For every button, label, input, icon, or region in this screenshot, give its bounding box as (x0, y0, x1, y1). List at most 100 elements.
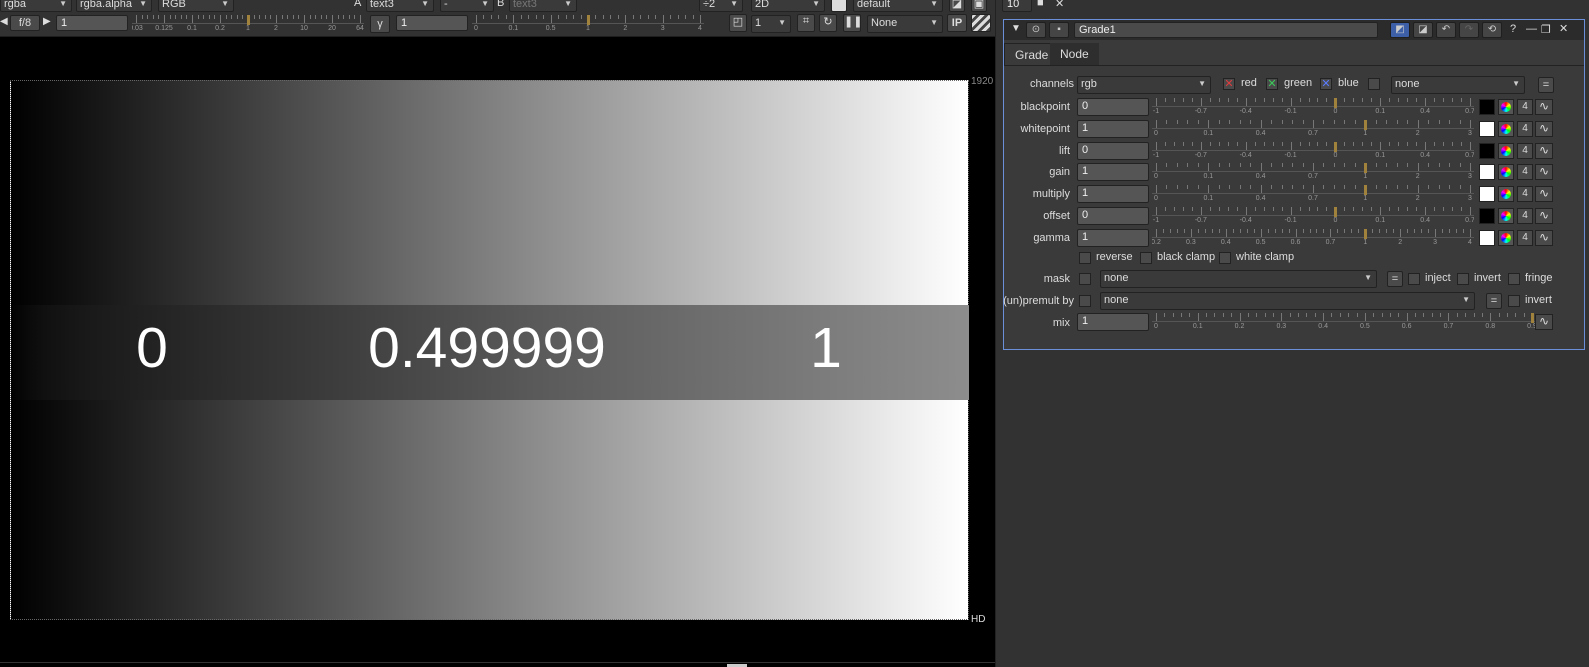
channels-dropdown[interactable]: rgba ▼ (0, 0, 72, 12)
node-name-field[interactable]: Grade1 (1074, 22, 1378, 38)
curve-icon[interactable]: ∿ (1535, 229, 1553, 246)
gamma-scale-handle[interactable] (587, 15, 590, 25)
clear-panels-icon[interactable]: ✕ (1055, 0, 1064, 10)
param-field-gamma[interactable]: 1 (1077, 228, 1149, 247)
param-swatch-offset[interactable] (1479, 208, 1495, 224)
compare-op-dropdown[interactable]: - ▼ (440, 0, 494, 12)
mix-slider[interactable]: 0 0.1 0.2 0.3 0.4 0.5 0.6 0.7 0.8 0.9 (1152, 313, 1536, 335)
curve-icon[interactable]: ∿ (1535, 186, 1553, 203)
param-channels-count-gain[interactable]: 4 (1517, 164, 1533, 181)
param-scale-whitepoint-handle[interactable] (1364, 119, 1368, 130)
lut-icon[interactable] (831, 0, 847, 12)
curve-icon[interactable]: ∿ (1535, 142, 1553, 159)
window-icon[interactable]: ◰ (729, 14, 747, 32)
param-channels-count-gamma[interactable]: 4 (1517, 229, 1533, 246)
revert-icon[interactable]: ⟲ (1482, 22, 1502, 38)
redo-icon[interactable]: ↷ (1459, 22, 1479, 38)
color-wheel-icon[interactable] (1498, 120, 1514, 137)
proxy-dropdown[interactable]: 1 ▼ (751, 15, 791, 33)
prev-stop-icon[interactable]: ◀ (0, 16, 8, 27)
alpha-dropdown[interactable]: rgba.alpha ▼ (76, 0, 152, 12)
param-field-offset[interactable]: 0 (1077, 207, 1149, 225)
param-swatch-gain[interactable] (1479, 164, 1495, 181)
param-scale-offset-handle[interactable] (1334, 207, 1338, 217)
curve-icon[interactable]: ∿ (1535, 208, 1553, 224)
gain-slider[interactable]: 0.03 0.125 0.1 0.2 1 2 10 20 64 (132, 15, 364, 37)
lock-icon[interactable]: ■ (1037, 0, 1044, 9)
roi-mode-dropdown[interactable]: None ▼ (867, 15, 943, 33)
mix-field[interactable]: 1 (1077, 313, 1149, 331)
param-field-gain[interactable]: 1 (1077, 163, 1149, 182)
param-channels-count-whitepoint[interactable]: 4 (1517, 120, 1533, 137)
roi-icon[interactable]: ⌗ (797, 14, 815, 32)
clip-warning-icon[interactable]: ◪ (949, 0, 965, 12)
color-wheel-icon[interactable] (1498, 142, 1514, 159)
param-field-multiply[interactable]: 1 (1077, 185, 1149, 204)
mix-curve-icon[interactable]: ∿ (1535, 314, 1553, 330)
split-icon[interactable]: ◪ (1413, 22, 1433, 38)
param-channels-count-blackpoint[interactable]: 4 (1517, 99, 1533, 115)
extra-channel-checkbox[interactable] (1368, 78, 1380, 90)
param-field-lift[interactable]: 0 (1077, 141, 1149, 160)
param-scale-blackpoint-handle[interactable] (1334, 98, 1338, 108)
colorspace-dropdown[interactable]: RGB ▼ (158, 0, 234, 12)
premult-invert-checkbox[interactable] (1508, 295, 1520, 307)
b-input-dropdown[interactable]: text3 ▼ (509, 0, 577, 12)
param-scale-multiply-handle[interactable] (1364, 185, 1368, 196)
red-checkbox[interactable]: ✕ (1223, 78, 1235, 90)
param-scale-lift-handle[interactable] (1334, 141, 1338, 152)
param-swatch-whitepoint[interactable] (1479, 120, 1495, 137)
curve-icon[interactable]: ∿ (1535, 99, 1553, 115)
gamma-slider[interactable]: 0 0.1 0.5 1 2 3 4 (472, 15, 704, 37)
gamma-field[interactable]: 1 (396, 15, 468, 31)
param-channels-count-multiply[interactable]: 4 (1517, 186, 1533, 203)
undo-icon[interactable]: ↶ (1436, 22, 1456, 38)
premult-link-button[interactable]: = (1486, 293, 1502, 309)
curve-icon[interactable]: ∿ (1535, 120, 1553, 137)
param-channels-count-offset[interactable]: 4 (1517, 208, 1533, 224)
param-swatch-lift[interactable] (1479, 142, 1495, 159)
green-checkbox[interactable]: ✕ (1266, 78, 1278, 90)
gain-field[interactable]: 1 (56, 15, 128, 31)
extra-channel-select[interactable]: none ▼ (1391, 76, 1525, 94)
white-clamp-checkbox[interactable] (1219, 252, 1231, 264)
gamma-button[interactable]: γ (370, 15, 390, 33)
param-swatch-multiply[interactable] (1479, 186, 1495, 203)
color-wheel-icon[interactable] (1498, 208, 1514, 224)
inject-checkbox[interactable] (1408, 273, 1420, 285)
zebra-icon[interactable] (971, 14, 991, 32)
invert-mask-checkbox[interactable] (1457, 273, 1469, 285)
proxy-icon[interactable]: ▣ (971, 0, 987, 12)
next-stop-icon[interactable]: ▶ (43, 16, 51, 27)
float-icon[interactable]: ❐ (1541, 23, 1551, 36)
param-scale-gain-handle[interactable] (1364, 163, 1368, 174)
param-scale-gamma-handle[interactable] (1364, 228, 1368, 239)
view-mode-dropdown[interactable]: 2D ▼ (751, 0, 825, 12)
fstop-button[interactable]: f/8 (10, 15, 40, 31)
close-icon[interactable]: ✕ (1559, 22, 1568, 35)
curve-icon[interactable]: ∿ (1535, 164, 1553, 181)
premult-select[interactable]: none ▼ (1100, 292, 1475, 310)
param-swatch-gamma[interactable] (1479, 229, 1495, 246)
param-slider-whitepoint[interactable]: 0 0.1 0.4 0.7 1 2 3 (1152, 119, 1474, 142)
param-swatch-blackpoint[interactable] (1479, 99, 1495, 115)
minimize-icon[interactable]: — (1526, 23, 1537, 35)
param-slider-blackpoint[interactable]: -1 -0.7 -0.4 -0.1 0 0.1 0.4 0.7 (1152, 98, 1474, 120)
color-wheel-icon[interactable] (1498, 99, 1514, 115)
param-slider-lift[interactable]: -1 -0.7 -0.4 -0.1 0 0.1 0.4 0.7 (1152, 141, 1474, 164)
gain-scale-handle[interactable] (247, 15, 250, 25)
help-icon[interactable]: ? (1510, 23, 1516, 35)
node-color-icon[interactable]: ▪ (1049, 22, 1069, 38)
color-wheel-icon[interactable] (1498, 164, 1514, 181)
mask-mode-icon[interactable]: ◩ (1390, 22, 1410, 38)
ip-button[interactable]: IP (947, 14, 967, 32)
mask-checkbox[interactable] (1079, 273, 1091, 285)
color-wheel-icon[interactable] (1498, 186, 1514, 203)
pause-icon[interactable]: ❚❚ (843, 14, 862, 32)
a-input-dropdown[interactable]: text3 ▼ (366, 0, 434, 12)
mask-select[interactable]: none ▼ (1100, 270, 1377, 288)
viewer-toggle-icon[interactable]: ⊙ (1026, 22, 1046, 38)
mask-link-button[interactable]: = (1387, 271, 1403, 287)
channels-select[interactable]: rgb ▼ (1077, 76, 1211, 94)
param-slider-gamma[interactable]: 0.2 0.3 0.4 0.5 0.6 0.7 1 2 3 4 (1152, 228, 1474, 251)
